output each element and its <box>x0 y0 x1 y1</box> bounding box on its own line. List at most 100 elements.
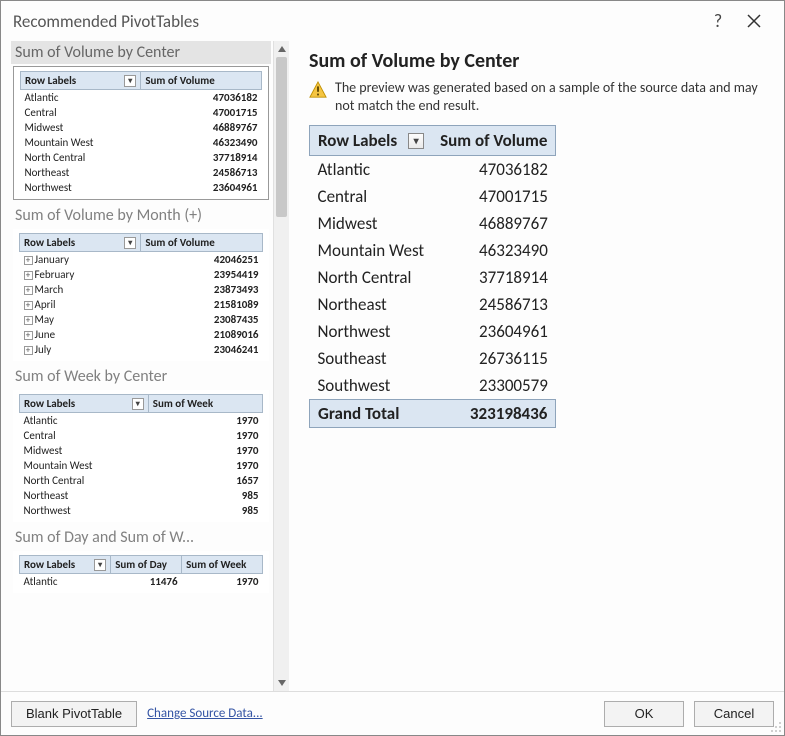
row-label: +March <box>20 282 141 297</box>
row-value: 47036182 <box>432 156 556 184</box>
thumb-table: Row Labels▾Sum of Volume+January42046251… <box>19 233 263 357</box>
filter-dropdown-icon[interactable]: ▾ <box>94 559 106 571</box>
table-row: Northeast24586713 <box>21 165 262 180</box>
filter-dropdown-icon[interactable]: ▾ <box>124 237 136 249</box>
row-value: 23954419 <box>141 267 263 282</box>
row-value: 23873493 <box>141 282 263 297</box>
expand-icon[interactable]: + <box>24 271 33 280</box>
blank-pivottable-button[interactable]: Blank PivotTable <box>11 701 137 727</box>
recommendation-title: Sum of Volume by Center <box>11 41 271 64</box>
table-row: Midwest46889767 <box>310 210 556 237</box>
row-label: Southwest <box>310 372 433 400</box>
scroll-thumb[interactable] <box>276 57 287 217</box>
row-label: Southeast <box>310 345 433 372</box>
row-label: +July <box>20 342 141 357</box>
scroll-up-arrow[interactable] <box>274 41 289 57</box>
table-row: +May23087435 <box>20 312 263 327</box>
table-row: Southeast26736115 <box>310 345 556 372</box>
row-label: +April <box>20 297 141 312</box>
close-button[interactable] <box>736 3 772 39</box>
filter-dropdown-icon[interactable]: ▾ <box>132 398 144 410</box>
change-source-data-link[interactable]: Change Source Data... <box>147 706 263 721</box>
table-row: Mountain West46323490 <box>310 237 556 264</box>
table-row: Central47001715 <box>310 183 556 210</box>
chevron-down-icon <box>278 680 286 686</box>
preview-warning: The preview was generated based on a sam… <box>309 79 766 115</box>
table-row: Atlantic47036182 <box>310 156 556 184</box>
table-row: Midwest46889767 <box>21 120 262 135</box>
warning-icon <box>309 81 327 99</box>
table-row: Midwest1970 <box>20 443 263 458</box>
table-row: Northeast24586713 <box>310 291 556 318</box>
row-value: 1970 <box>182 574 263 590</box>
row-label: Central <box>20 428 149 443</box>
row-label: Central <box>310 183 433 210</box>
filter-dropdown-icon[interactable]: ▾ <box>124 75 136 87</box>
grand-total-row: Grand Total323198436 <box>310 400 556 428</box>
table-row: +February23954419 <box>20 267 263 282</box>
resize-grip-icon[interactable] <box>770 721 782 733</box>
table-row: +July23046241 <box>20 342 263 357</box>
table-row: Southwest23300579 <box>310 372 556 400</box>
help-button[interactable]: ? <box>700 3 736 39</box>
row-value: 1970 <box>148 458 262 473</box>
row-value: 26736115 <box>432 345 556 372</box>
row-label: Northeast <box>21 165 141 180</box>
row-value: 37718914 <box>432 264 556 291</box>
row-labels-header: Row Labels▾ <box>20 556 111 574</box>
table-row: Atlantic47036182 <box>21 90 262 106</box>
row-labels-header: Row Labels▾ <box>20 234 141 252</box>
value-header: Sum of Volume <box>141 234 263 252</box>
value-header: Sum of Week <box>148 395 262 413</box>
row-value: 46889767 <box>432 210 556 237</box>
scroll-down-arrow[interactable] <box>274 675 289 691</box>
row-label: Central <box>21 105 141 120</box>
table-row: +June21089016 <box>20 327 263 342</box>
filter-dropdown-icon[interactable]: ▾ <box>408 133 424 149</box>
expand-icon[interactable]: + <box>24 286 33 295</box>
row-label: Atlantic <box>310 156 433 184</box>
table-row: Central1970 <box>20 428 263 443</box>
row-label: Northwest <box>21 180 141 195</box>
value-header: Sum of Volume <box>141 72 262 90</box>
table-row: Northwest23604961 <box>310 318 556 345</box>
expand-icon[interactable]: + <box>24 316 33 325</box>
row-label: Atlantic <box>20 574 111 590</box>
preview-title: Sum of Volume by Center <box>309 49 766 73</box>
recommendation-item[interactable]: Sum of Volume by Month (+)Row Labels▾Sum… <box>11 204 271 361</box>
table-row: Atlantic114761970 <box>20 574 263 590</box>
table-row: Northwest23604961 <box>21 180 262 195</box>
row-label: North Central <box>310 264 433 291</box>
ok-button[interactable]: OK <box>604 701 684 727</box>
recommendation-thumb: Row Labels▾Sum of VolumeAtlantic47036182… <box>13 66 269 200</box>
recommendation-thumb: Row Labels▾Sum of WeekAtlantic1970Centra… <box>13 390 269 522</box>
expand-icon[interactable]: + <box>24 301 33 310</box>
expand-icon[interactable]: + <box>24 331 33 340</box>
row-label: Midwest <box>21 120 141 135</box>
preview-pane: Sum of Volume by Center The preview was … <box>291 41 784 691</box>
row-labels-header: Row Labels▾ <box>21 72 141 90</box>
row-label: Mountain West <box>21 135 141 150</box>
expand-icon[interactable]: + <box>24 256 33 265</box>
preview-warning-text: The preview was generated based on a sam… <box>335 79 766 115</box>
row-label: Atlantic <box>20 413 149 429</box>
scrollbar[interactable] <box>273 41 289 691</box>
expand-icon[interactable]: + <box>24 346 33 355</box>
recommended-pivottables-dialog: Recommended PivotTables ? Sum of Volume … <box>0 0 785 736</box>
row-value: 1970 <box>148 443 262 458</box>
cancel-button[interactable]: Cancel <box>694 701 774 727</box>
grand-total-label: Grand Total <box>310 400 433 428</box>
row-label: Northeast <box>310 291 433 318</box>
row-value: 46889767 <box>141 120 262 135</box>
scroll-track[interactable] <box>274 57 289 675</box>
table-row: Northeast985 <box>20 488 263 503</box>
row-label: Mountain West <box>310 237 433 264</box>
dialog-body: Sum of Volume by CenterRow Labels▾Sum of… <box>1 41 784 691</box>
chevron-up-icon <box>278 46 286 52</box>
titlebar: Recommended PivotTables ? <box>1 1 784 41</box>
recommendation-item[interactable]: Sum of Volume by CenterRow Labels▾Sum of… <box>11 41 271 200</box>
recommendation-item[interactable]: Sum of Day and Sum of W...Row Labels▾Sum… <box>11 526 271 593</box>
row-label: Northwest <box>310 318 433 345</box>
recommendation-item[interactable]: Sum of Week by CenterRow Labels▾Sum of W… <box>11 365 271 522</box>
row-value: 46323490 <box>141 135 262 150</box>
